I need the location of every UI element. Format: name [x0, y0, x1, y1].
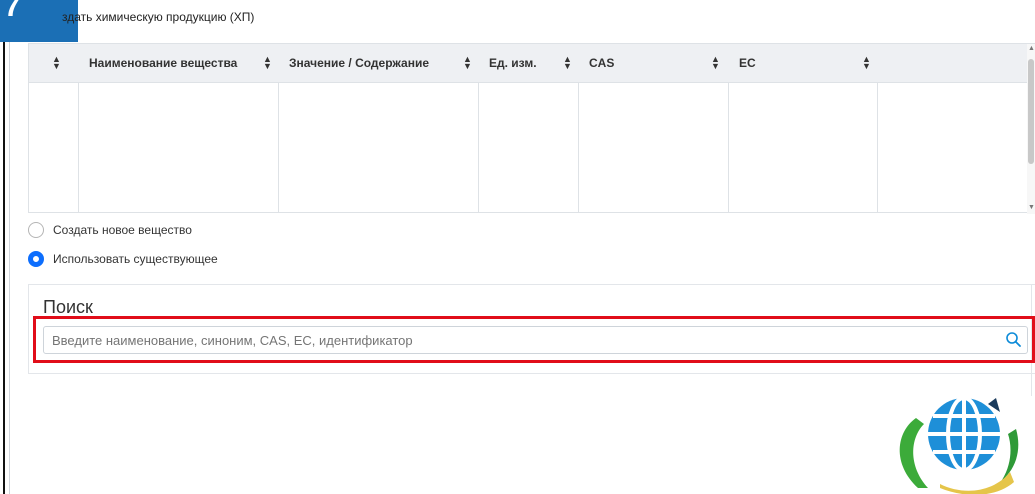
- search-input[interactable]: [43, 326, 1028, 354]
- option-create-new-label: Создать новое вещество: [53, 223, 192, 237]
- globe-logo: [899, 396, 1019, 494]
- column-divider: [478, 82, 479, 213]
- column-header-cas[interactable]: CAS: [579, 44, 729, 82]
- left-frame-rule: [3, 42, 5, 494]
- sort-icon[interactable]: ▲ ▼: [711, 55, 720, 71]
- column-header-ec[interactable]: EC: [729, 44, 879, 82]
- column-divider: [278, 82, 279, 213]
- option-use-existing[interactable]: Использовать существующее: [28, 250, 218, 268]
- column-header-name[interactable]: Наименование вещества: [79, 44, 279, 82]
- column-header-value[interactable]: Значение / Содержание: [279, 44, 479, 82]
- sort-icon[interactable]: ▲ ▼: [463, 55, 472, 71]
- radio-create-new[interactable]: [28, 222, 44, 238]
- sort-icon[interactable]: ▲ ▼: [52, 55, 61, 71]
- column-divider: [877, 82, 878, 213]
- page-breadcrumb: здать химическую продукцию (ХП): [62, 10, 255, 24]
- column-divider: [78, 82, 79, 213]
- column-divider: [728, 82, 729, 213]
- search-title: Поиск: [43, 297, 93, 317]
- option-use-existing-label: Использовать существующее: [53, 252, 218, 266]
- scroll-down-icon[interactable]: ▼: [1028, 204, 1035, 211]
- table-scrollbar[interactable]: ▲ ▼: [1027, 44, 1035, 214]
- column-divider: [578, 82, 579, 213]
- sort-icon[interactable]: ▲ ▼: [263, 55, 272, 71]
- scrollbar-thumb[interactable]: [1028, 59, 1034, 164]
- option-create-new[interactable]: Создать новое вещество: [28, 221, 192, 239]
- panel-divider: [28, 373, 1035, 374]
- radio-use-existing[interactable]: [28, 251, 44, 267]
- left-frame-inner-rule: [9, 42, 10, 494]
- table-header: ▲ ▼ Наименование вещества ▲ ▼ Значение / С…: [29, 44, 1035, 83]
- substances-table: ▲ ▼ Наименование вещества ▲ ▼ Значение / С…: [28, 43, 1035, 214]
- scroll-up-icon[interactable]: ▲: [1028, 45, 1035, 52]
- sort-icon[interactable]: ▲ ▼: [563, 55, 572, 71]
- sort-icon[interactable]: ▲ ▼: [862, 55, 871, 71]
- search-icon[interactable]: [1005, 331, 1022, 348]
